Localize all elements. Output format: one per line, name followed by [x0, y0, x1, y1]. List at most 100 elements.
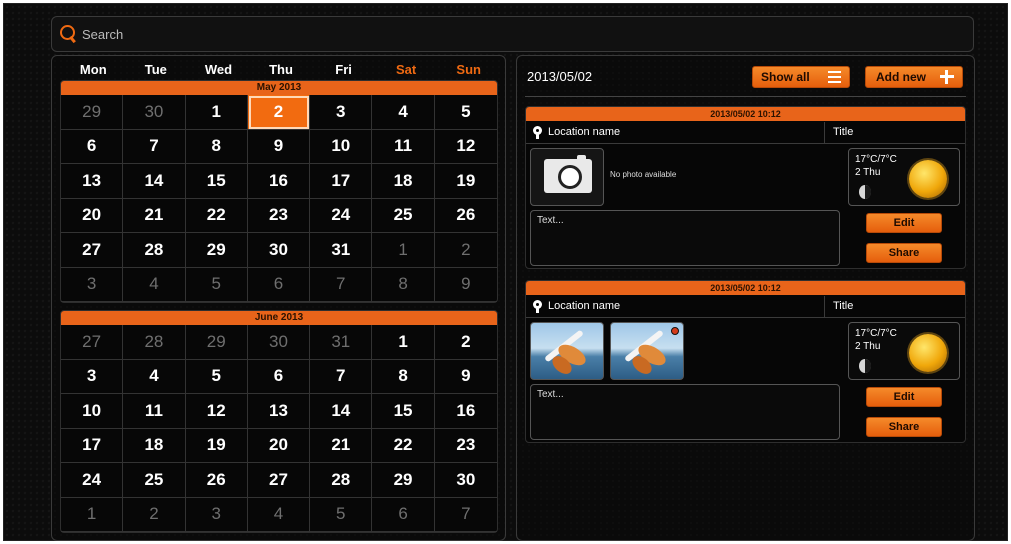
calendar-day[interactable]: 1: [372, 233, 435, 268]
calendar-day[interactable]: 6: [372, 497, 435, 532]
entry-title[interactable]: Title: [824, 122, 965, 144]
calendar-day[interactable]: 27: [61, 233, 124, 268]
calendar-day[interactable]: 24: [61, 463, 124, 498]
calendar-day[interactable]: 21: [310, 428, 373, 463]
calendar-day[interactable]: 24: [310, 198, 373, 233]
calendar-day[interactable]: 4: [123, 267, 186, 302]
calendar-day[interactable]: 6: [247, 359, 311, 394]
calendar-day[interactable]: 5: [185, 359, 248, 394]
calendar-day[interactable]: 8: [372, 359, 435, 394]
calendar-day[interactable]: 14: [310, 394, 373, 429]
calendar-day[interactable]: 14: [123, 164, 186, 199]
calendar-day[interactable]: 3: [61, 267, 124, 302]
calendar-day[interactable]: 18: [123, 428, 186, 463]
calendar-day[interactable]: 11: [372, 129, 435, 164]
calendar-day[interactable]: 1: [185, 95, 248, 130]
calendar-day[interactable]: 8: [372, 267, 435, 302]
calendar-day[interactable]: 28: [123, 233, 186, 268]
calendar-day[interactable]: 15: [185, 164, 248, 199]
calendar-day[interactable]: 5: [434, 95, 497, 130]
edit-button[interactable]: Edit: [866, 213, 942, 233]
calendar-day[interactable]: 28: [123, 325, 186, 360]
edit-button[interactable]: Edit: [866, 387, 942, 407]
calendar-day[interactable]: 2: [434, 233, 497, 268]
share-button[interactable]: Share: [866, 243, 942, 263]
calendar-day[interactable]: 7: [310, 267, 373, 302]
calendar-day[interactable]: 25: [372, 198, 435, 233]
calendar-day[interactable]: 11: [123, 394, 186, 429]
calendar-day[interactable]: 27: [247, 463, 311, 498]
calendar-day[interactable]: 3: [185, 497, 248, 532]
calendar-day[interactable]: 3: [310, 95, 373, 130]
calendar-day[interactable]: 1: [372, 325, 435, 360]
calendar-day[interactable]: 2: [434, 325, 497, 360]
calendar-day[interactable]: 20: [61, 198, 124, 233]
calendar-day[interactable]: 31: [310, 233, 373, 268]
photo-thumbnail[interactable]: [530, 322, 604, 380]
calendar-day[interactable]: 26: [185, 463, 248, 498]
calendar-day[interactable]: 10: [310, 129, 373, 164]
calendar-day[interactable]: 29: [372, 463, 435, 498]
show-all-button[interactable]: Show all: [752, 66, 850, 88]
add-new-button[interactable]: Add new: [865, 66, 963, 88]
calendar-day[interactable]: 17: [61, 428, 124, 463]
calendar-day[interactable]: 9: [247, 129, 311, 164]
calendar-day[interactable]: 8: [185, 129, 248, 164]
calendar-day-selected[interactable]: 2: [247, 95, 311, 130]
calendar-day[interactable]: 23: [434, 429, 497, 463]
calendar-day[interactable]: 4: [247, 497, 311, 532]
location-name[interactable]: Location name: [548, 126, 620, 138]
calendar-day[interactable]: 19: [434, 164, 497, 199]
calendar-day[interactable]: 21: [123, 198, 186, 233]
calendar-day[interactable]: 28: [310, 463, 373, 498]
calendar-day[interactable]: 7: [123, 129, 186, 164]
calendar-day[interactable]: 9: [434, 268, 497, 302]
calendar-day[interactable]: 13: [247, 394, 311, 429]
calendar-day[interactable]: 31: [310, 325, 373, 360]
share-button[interactable]: Share: [866, 417, 942, 437]
calendar-day[interactable]: 13: [61, 164, 124, 199]
calendar-day[interactable]: 10: [61, 394, 124, 429]
calendar-day[interactable]: 2: [123, 497, 186, 532]
entry-text-field[interactable]: Text...: [530, 210, 840, 266]
calendar-day[interactable]: 3: [61, 359, 124, 394]
calendar-day[interactable]: 4: [123, 359, 186, 394]
entry-title[interactable]: Title: [824, 296, 965, 318]
calendar-day[interactable]: 27: [61, 325, 124, 360]
calendar-day[interactable]: 29: [185, 325, 248, 360]
calendar-day[interactable]: 30: [123, 95, 186, 130]
photo-thumbnail[interactable]: [610, 322, 684, 380]
search-input[interactable]: Search: [82, 27, 123, 42]
calendar-day[interactable]: 26: [434, 199, 497, 233]
calendar-day[interactable]: 30: [247, 233, 311, 268]
calendar-day[interactable]: 7: [434, 498, 497, 532]
calendar-day[interactable]: 30: [434, 463, 497, 498]
calendar-day[interactable]: 29: [61, 95, 124, 130]
calendar-day[interactable]: 6: [61, 129, 124, 164]
calendar-day[interactable]: 22: [185, 198, 248, 233]
calendar-day[interactable]: 5: [310, 497, 373, 532]
calendar-day[interactable]: 4: [372, 95, 435, 130]
search-bar[interactable]: Search: [51, 16, 974, 52]
calendar-day[interactable]: 16: [247, 164, 311, 199]
add-photo-button[interactable]: [530, 148, 604, 206]
calendar-day[interactable]: 19: [185, 428, 248, 463]
calendar-day[interactable]: 23: [247, 198, 311, 233]
location-name[interactable]: Location name: [548, 300, 620, 312]
calendar-day[interactable]: 20: [247, 428, 311, 463]
calendar-day[interactable]: 25: [123, 463, 186, 498]
calendar-day[interactable]: 29: [185, 233, 248, 268]
entry-text-field[interactable]: Text...: [530, 384, 840, 440]
calendar-day[interactable]: 22: [372, 428, 435, 463]
calendar-day[interactable]: 12: [434, 130, 497, 164]
calendar-day[interactable]: 16: [434, 394, 497, 429]
calendar-day[interactable]: 18: [372, 164, 435, 199]
calendar-day[interactable]: 17: [310, 164, 373, 199]
calendar-day[interactable]: 9: [434, 360, 497, 394]
calendar-day[interactable]: 1: [61, 497, 124, 532]
calendar-day[interactable]: 15: [372, 394, 435, 429]
calendar-day[interactable]: 30: [247, 325, 311, 360]
calendar-day[interactable]: 6: [247, 267, 311, 302]
calendar-day[interactable]: 7: [310, 359, 373, 394]
calendar-day[interactable]: 5: [185, 267, 248, 302]
